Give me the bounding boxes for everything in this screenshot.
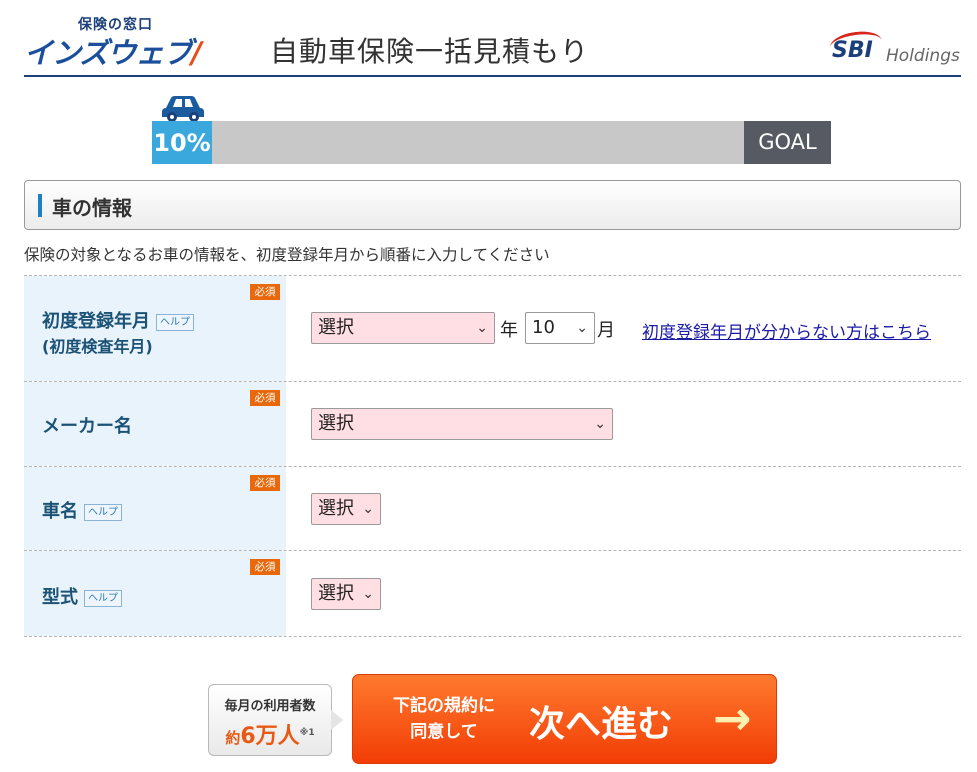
- model-select[interactable]: 選択 ⌄: [311, 578, 381, 610]
- progress-bar: 10% GOAL: [152, 121, 831, 164]
- model-value: 選択: [318, 583, 354, 604]
- registration-year-value: 選択: [318, 317, 354, 338]
- section-accent-bar: [38, 194, 42, 217]
- car-name-label: 車名 ヘルプ: [42, 497, 122, 523]
- form-row-maker: 必須 メーカー名 選択 ⌄: [24, 382, 961, 467]
- required-badge: 必須: [250, 390, 280, 406]
- inzweb-logo[interactable]: インズウェブ/: [24, 30, 202, 72]
- row-label-cell: 必須 メーカー名: [24, 382, 286, 466]
- users-prefix: 約: [225, 729, 241, 747]
- progress-percent: 10%: [153, 129, 211, 157]
- next-button[interactable]: 下記の規約に 同意して 次へ進む →: [352, 674, 777, 764]
- form-row-registration: 必須 初度登録年月 ヘルプ (初度検査年月) 選択 ⌄ 年 10 ⌄ 月 初度登録…: [24, 276, 961, 382]
- section-intro: 保険の対象となるお車の情報を、初度登録年月から順番に入力してください: [24, 246, 550, 264]
- car-icon: [162, 96, 204, 122]
- row-label-cell: 必須 型式 ヘルプ: [24, 551, 286, 636]
- row-label-cell: 必須 車名 ヘルプ: [24, 467, 286, 550]
- car-info-form: 必須 初度登録年月 ヘルプ (初度検査年月) 選択 ⌄ 年 10 ⌄ 月 初度登録…: [24, 275, 961, 637]
- logo-slash-mark: /: [191, 36, 202, 70]
- page-title: 自動車保険一括見積もり: [270, 35, 590, 68]
- registration-unknown-link[interactable]: 初度登録年月が分からない方はこちら: [642, 318, 931, 343]
- section-header: 車の情報: [24, 180, 961, 230]
- form-row-model: 必須 型式 ヘルプ 選択 ⌄: [24, 551, 961, 637]
- help-button[interactable]: ヘルプ: [84, 504, 122, 521]
- chevron-down-icon: ⌄: [362, 586, 374, 602]
- registration-label: 初度登録年月 ヘルプ: [42, 307, 194, 333]
- maker-select[interactable]: 選択 ⌄: [311, 408, 613, 440]
- car-name-value: 選択: [318, 498, 354, 519]
- chevron-down-icon: ⌄: [476, 320, 488, 336]
- chevron-down-icon: ⌄: [362, 501, 374, 517]
- next-button-terms: 下記の規約に 同意して: [393, 693, 495, 745]
- model-label-text: 型式: [42, 587, 78, 608]
- progress-goal: GOAL: [744, 121, 831, 164]
- registration-month-select[interactable]: 10 ⌄: [525, 312, 595, 344]
- required-badge: 必須: [250, 475, 280, 491]
- help-button[interactable]: ヘルプ: [156, 314, 194, 331]
- required-badge: 必須: [250, 559, 280, 575]
- section-title: 車の情報: [52, 196, 132, 220]
- users-footnote-mark: ※1: [299, 728, 315, 738]
- arrow-right-icon: →: [713, 691, 752, 745]
- required-badge: 必須: [250, 284, 280, 300]
- registration-sublabel: (初度検査年月): [42, 337, 153, 356]
- monthly-users-count: 約6万人※1: [209, 718, 331, 750]
- chevron-down-icon: ⌄: [576, 320, 588, 336]
- model-label: 型式 ヘルプ: [42, 583, 122, 609]
- row-label-cell: 必須 初度登録年月 ヘルプ (初度検査年月): [24, 276, 286, 381]
- registration-year-select[interactable]: 選択 ⌄: [311, 312, 495, 344]
- header-divider: [24, 75, 961, 77]
- terms-line-2: 同意して: [410, 722, 478, 742]
- help-button[interactable]: ヘルプ: [84, 590, 122, 607]
- car-name-label-text: 車名: [42, 501, 78, 522]
- monthly-users-badge: 毎月の利用者数 約6万人※1: [208, 684, 332, 756]
- form-row-car-name: 必須 車名 ヘルプ 選択 ⌄: [24, 467, 961, 551]
- users-number: 6万人: [240, 724, 300, 749]
- month-unit: 月: [597, 320, 615, 341]
- registration-month-value: 10: [532, 317, 555, 338]
- logo-text: インズウェブ: [24, 36, 192, 70]
- monthly-users-caption: 毎月の利用者数: [224, 699, 316, 714]
- chevron-down-icon: ⌄: [594, 416, 606, 432]
- registration-label-text: 初度登録年月: [42, 311, 150, 332]
- header: 保険の窓口 インズウェブ/ 自動車保険一括見積もり SBI Holdings: [0, 0, 977, 78]
- holdings-text: Holdings: [886, 46, 960, 66]
- badge-pointer: [331, 710, 343, 730]
- terms-line-1: 下記の規約に: [393, 696, 495, 716]
- maker-label: メーカー名: [42, 416, 132, 437]
- sbi-mark: SBI: [832, 38, 873, 63]
- car-name-select[interactable]: 選択 ⌄: [311, 493, 381, 525]
- next-button-label: 次へ進む: [529, 704, 674, 745]
- maker-value: 選択: [318, 413, 354, 434]
- year-unit: 年: [500, 320, 518, 341]
- sbi-holdings-logo: SBI Holdings: [828, 28, 962, 70]
